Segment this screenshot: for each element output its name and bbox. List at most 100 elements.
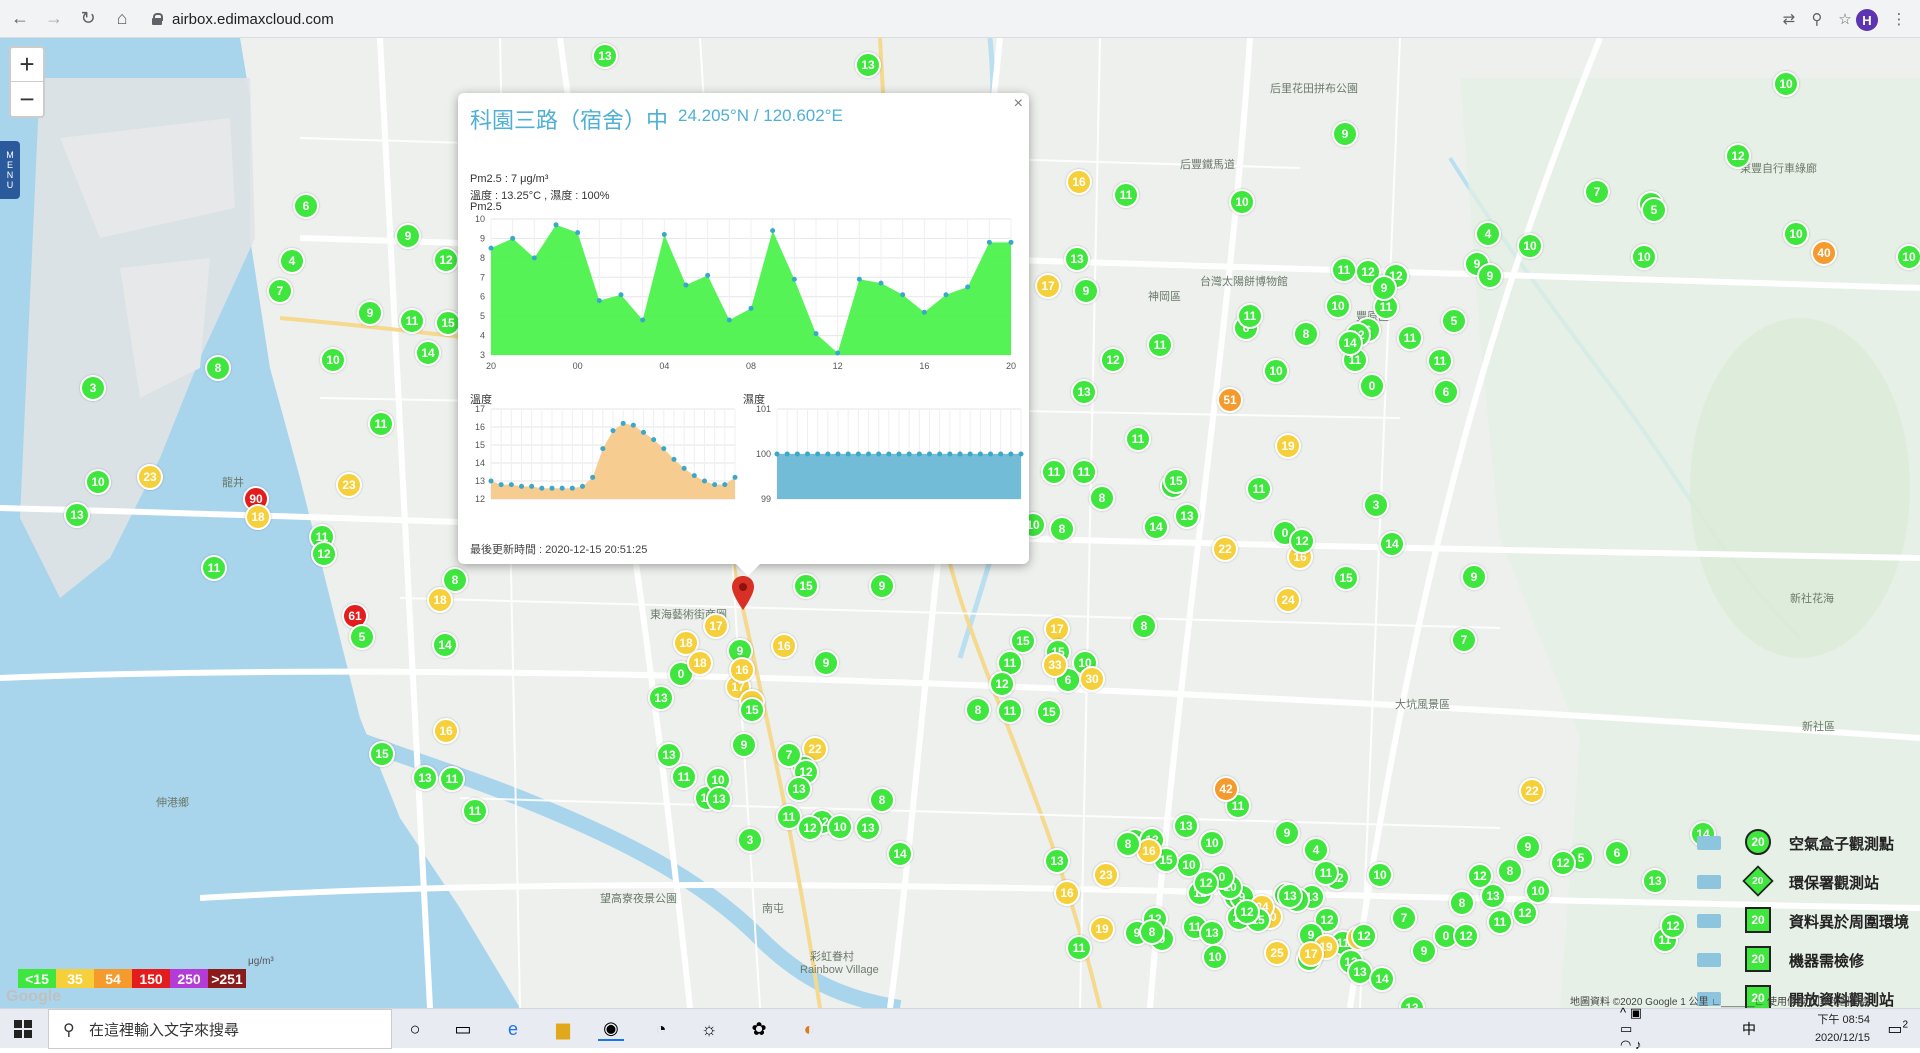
station-marker[interactable]: 10 [1773,71,1799,97]
station-marker[interactable]: 11 [1237,303,1263,329]
station-marker[interactable]: 9 [395,223,421,249]
station-marker[interactable]: 10 [827,814,853,840]
station-marker[interactable]: 15 [1036,699,1062,725]
station-marker[interactable]: 19 [1089,916,1115,942]
ime-indicator[interactable]: 中 [1736,1017,1762,1041]
station-marker[interactable]: 42 [1213,776,1239,802]
station-marker[interactable]: 8 [1115,831,1141,857]
more-menu-icon[interactable]: ⋮ [1886,6,1912,32]
app-icon[interactable]: ◔ [648,1017,674,1041]
station-marker[interactable]: 23 [1093,862,1119,888]
station-marker[interactable]: 16 [729,657,755,683]
station-marker[interactable]: 9 [731,732,757,758]
station-marker[interactable]: 10 [320,347,346,373]
map-attribution[interactable]: 地圖資料 ©2020 Google 1 公里 ∟______∟ 使用條款 回報地… [1570,993,1870,1008]
station-marker[interactable]: 13 [1199,920,1225,946]
zoom-out-button[interactable]: − [11,82,43,116]
station-marker[interactable]: 5 [1441,308,1467,334]
station-marker[interactable]: 8 [965,697,991,723]
station-marker[interactable]: 9 [1411,938,1437,964]
station-marker[interactable]: 12 [1289,528,1315,554]
station-marker[interactable]: 18 [245,504,271,530]
blender-icon[interactable]: ◐ [796,1017,822,1041]
station-marker[interactable]: 5 [1641,197,1667,223]
station-marker[interactable]: 13 [1071,379,1097,405]
station-marker[interactable]: 8 [205,355,231,381]
station-marker[interactable]: 9 [1515,834,1541,860]
forward-arrow-icon[interactable]: → [40,5,68,33]
cortana-icon[interactable]: ○ [402,1017,428,1041]
station-marker[interactable]: 23 [336,472,362,498]
station-marker[interactable]: 33 [1042,652,1068,678]
app-icon[interactable]: ☼ [696,1017,722,1041]
station-marker[interactable]: 13 [412,765,438,791]
station-marker[interactable]: 11 [671,764,697,790]
edge-icon[interactable]: e [500,1017,526,1041]
station-marker[interactable]: 10 [1783,221,1809,247]
station-marker[interactable]: 3 [1363,492,1389,518]
station-marker[interactable]: 9 [1332,121,1358,147]
station-marker[interactable]: 22 [1212,536,1238,562]
station-marker[interactable]: 16 [1066,169,1092,195]
station-marker[interactable]: 10 [1367,862,1393,888]
station-marker[interactable]: 12 [311,541,337,567]
station-marker[interactable]: 11 [439,766,465,792]
station-marker[interactable]: 18 [687,650,713,676]
station-marker[interactable]: 8 [1497,858,1523,884]
station-marker[interactable]: 14 [432,632,458,658]
station-marker[interactable]: 9 [1073,278,1099,304]
station-marker[interactable]: 13 [64,502,90,528]
station-marker[interactable]: 12 [1234,899,1260,925]
station-marker[interactable]: 13 [1642,868,1668,894]
station-marker[interactable]: 6 [293,193,319,219]
station-marker[interactable]: 11 [1246,476,1272,502]
tray-icons[interactable]: ^ ▣ ▭ ◠ ♪ [1620,1005,1646,1052]
station-marker[interactable]: 30 [1079,666,1105,692]
taskbar-clock[interactable]: 下午 08:54 2020/12/15 [1815,1011,1870,1047]
app-icon[interactable]: ✿ [746,1017,772,1041]
station-marker[interactable]: 23 [137,464,163,490]
station-marker[interactable]: 14 [1379,531,1405,557]
station-marker[interactable]: 14 [1337,330,1363,356]
station-marker[interactable]: 13 [1044,848,1070,874]
station-marker[interactable]: 11 [201,555,227,581]
station-marker[interactable]: 12 [1512,900,1538,926]
chrome-icon[interactable]: ◉ [598,1017,624,1041]
task-view-icon[interactable]: ▭ [450,1017,476,1041]
station-marker[interactable]: 12 [1193,870,1219,896]
station-marker[interactable]: 11 [1071,459,1097,485]
star-icon[interactable]: ☆ [1832,6,1858,32]
station-marker[interactable]: 22 [1519,778,1545,804]
menu-tab[interactable]: M E N U [0,141,20,199]
station-marker[interactable]: 9 [357,300,383,326]
station-marker[interactable]: 18 [427,587,453,613]
station-marker[interactable]: 11 [1397,325,1423,351]
station-marker[interactable]: 7 [267,278,293,304]
station-marker[interactable]: 17 [1298,941,1324,967]
station-marker[interactable]: 12 [433,247,459,273]
station-marker[interactable]: 13 [855,52,881,78]
profile-avatar[interactable]: H [1856,9,1878,31]
station-marker[interactable]: 11 [997,698,1023,724]
station-marker[interactable]: 15 [369,741,395,767]
station-marker[interactable]: 25 [1264,940,1290,966]
station-marker[interactable]: 11 [1331,257,1357,283]
station-marker[interactable]: 9 [1274,820,1300,846]
station-marker[interactable]: 12 [1453,923,1479,949]
station-marker[interactable]: 13 [1173,813,1199,839]
station-marker[interactable]: 12 [797,815,823,841]
station-marker[interactable]: 12 [1550,850,1576,876]
station-marker[interactable]: 10 [1229,189,1255,215]
station-marker[interactable]: 24 [1275,587,1301,613]
station-marker[interactable]: 40 [1811,240,1837,266]
station-marker[interactable]: 9 [1461,564,1487,590]
station-marker[interactable]: 19 [1275,433,1301,459]
station-marker[interactable]: 16 [433,718,459,744]
station-marker[interactable]: 7 [776,742,802,768]
zoom-in-button[interactable]: + [11,48,43,82]
popup-close-button[interactable]: × [1014,95,1023,113]
station-marker[interactable]: 13 [706,786,732,812]
address-bar[interactable]: airbox.edimaxcloud.com [142,5,1782,33]
station-marker[interactable]: 8 [1089,485,1115,511]
zoom-icon[interactable]: ⚲ [1804,6,1830,32]
